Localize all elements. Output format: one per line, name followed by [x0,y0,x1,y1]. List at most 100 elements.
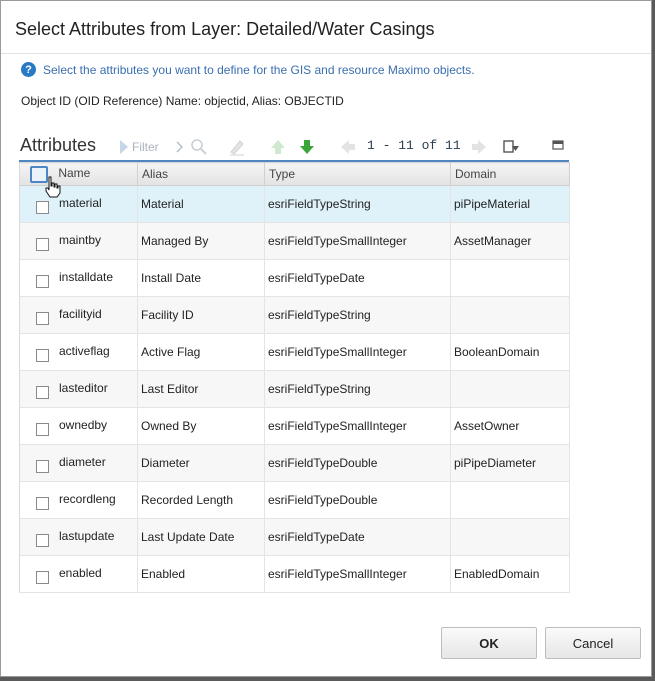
row-checkbox[interactable] [36,533,49,547]
table-header-row: Name Alias Type Domain [19,162,570,186]
table-row[interactable]: material Material esriFieldTypeString piPip… [19,185,570,223]
collapse-icon [552,140,564,150]
cell-name: enabled [19,555,138,593]
cell-type: esriFieldTypeDouble [264,481,451,519]
row-checkbox[interactable] [36,200,49,214]
filter-label: Filter [132,140,159,154]
attributes-toolbar: Attributes Filter 1 - 11 of 11 [19,135,569,161]
cell-alias: Facility ID [137,296,265,334]
row-checkbox[interactable] [36,385,49,399]
table-row[interactable]: lastupdate Last Update Date esriFieldTypeD… [19,518,570,556]
row-checkbox[interactable] [36,422,49,436]
cell-type: esriFieldTypeString [264,185,451,223]
cell-name: activeflag [19,333,138,371]
cell-domain [450,518,570,556]
dialog-title: Select Attributes from Layer: Detailed/W… [15,19,435,39]
cell-domain [450,259,570,297]
download-icon [503,140,519,153]
header-domain[interactable]: Domain [450,162,570,186]
cell-alias: Owned By [137,407,265,445]
download-button[interactable] [502,137,520,157]
row-name: lastupdate [59,529,115,544]
header-type[interactable]: Type [264,162,451,186]
cell-domain: AssetManager [450,222,570,260]
filter-button[interactable]: Filter [119,137,159,157]
table-row[interactable]: ownedby Owned By esriFieldTypeSmallInteger… [19,407,570,445]
move-up-button[interactable] [269,137,287,157]
cell-type: esriFieldTypeString [264,370,451,408]
cell-domain: piPipeDiameter [450,444,570,482]
oid-reference-text: Object ID (OID Reference) Name: objectid… [21,94,344,108]
cell-name: lastupdate [19,518,138,556]
ok-button[interactable]: OK [441,627,537,659]
next-page-button[interactable] [470,137,488,157]
cell-type: esriFieldTypeDate [264,518,451,556]
table-row[interactable]: enabled Enabled esriFieldTypeSmallInteger E… [19,555,570,593]
arrow-up-icon [271,140,285,154]
cell-name: ownedby [19,407,138,445]
cell-type: esriFieldTypeDate [264,259,451,297]
cell-name: installdate [19,259,138,297]
row-name: diameter [59,455,106,470]
row-checkbox[interactable] [36,496,49,510]
cell-name: facilityid [19,296,138,334]
cell-type: esriFieldTypeString [264,296,451,334]
cell-type: esriFieldTypeSmallInteger [264,333,451,371]
attributes-title: Attributes [20,135,97,155]
row-name: material [59,196,102,211]
cell-type: esriFieldTypeSmallInteger [264,222,451,260]
table-row[interactable]: maintby Managed By esriFieldTypeSmallInteg… [19,222,570,260]
move-down-button[interactable] [298,137,316,157]
row-checkbox[interactable] [36,570,49,584]
clear-filter-button[interactable] [228,137,246,157]
row-checkbox[interactable] [36,348,49,362]
title-divider [1,53,651,54]
table-row[interactable]: lasteditor Last Editor esriFieldTypeString [19,370,570,408]
help-icon: ? [21,62,36,77]
cell-alias: Install Date [137,259,265,297]
info-text: Select the attributes you want to define… [43,62,475,77]
cell-type: esriFieldTypeDouble [264,444,451,482]
cell-name: recordleng [19,481,138,519]
row-checkbox[interactable] [36,237,49,251]
cell-alias: Active Flag [137,333,265,371]
prev-page-button[interactable] [339,137,357,157]
table-row[interactable]: recordleng Recorded Length esriFieldTypeDo… [19,481,570,519]
select-attributes-dialog: Select Attributes from Layer: Detailed/W… [0,0,652,677]
table-body: material Material esriFieldTypeString piPip… [19,185,570,593]
cancel-button[interactable]: Cancel [545,627,641,659]
cell-alias: Last Update Date [137,518,265,556]
search-button[interactable] [190,137,208,157]
row-checkbox[interactable] [36,274,49,288]
pager-text: 1 - 11 of 11 [367,138,461,153]
cell-domain [450,481,570,519]
table-row[interactable]: installdate Install Date esriFieldTypeDate [19,259,570,297]
cell-domain [450,296,570,334]
header-alias[interactable]: Alias [137,162,265,186]
header-name[interactable]: Name [19,162,138,186]
collapse-button[interactable] [552,135,564,155]
row-checkbox[interactable] [36,459,49,473]
row-checkbox[interactable] [36,311,49,325]
chevron-right-icon [176,141,183,153]
cell-alias: Material [137,185,265,223]
cell-type: esriFieldTypeSmallInteger [264,407,451,445]
filter-expand-button[interactable] [175,137,183,157]
cell-name: material [19,185,138,223]
table-row[interactable]: diameter Diameter esriFieldTypeDouble piPip… [19,444,570,482]
cell-domain: BooleanDomain [450,333,570,371]
clear-filter-icon [230,140,244,156]
cell-domain: AssetOwner [450,407,570,445]
row-name: recordleng [59,492,116,507]
table-row[interactable]: activeflag Active Flag esriFieldTypeSmallI… [19,333,570,371]
attributes-table: Name Alias Type Domain material Material e… [19,162,570,593]
cell-name: diameter [19,444,138,482]
row-name: lasteditor [59,381,108,396]
cell-alias: Enabled [137,555,265,593]
table-row[interactable]: facilityid Facility ID esriFieldTypeString [19,296,570,334]
row-name: facilityid [59,307,102,322]
arrow-down-icon [300,140,314,154]
cell-alias: Diameter [137,444,265,482]
cell-alias: Managed By [137,222,265,260]
row-name: ownedby [59,418,108,433]
